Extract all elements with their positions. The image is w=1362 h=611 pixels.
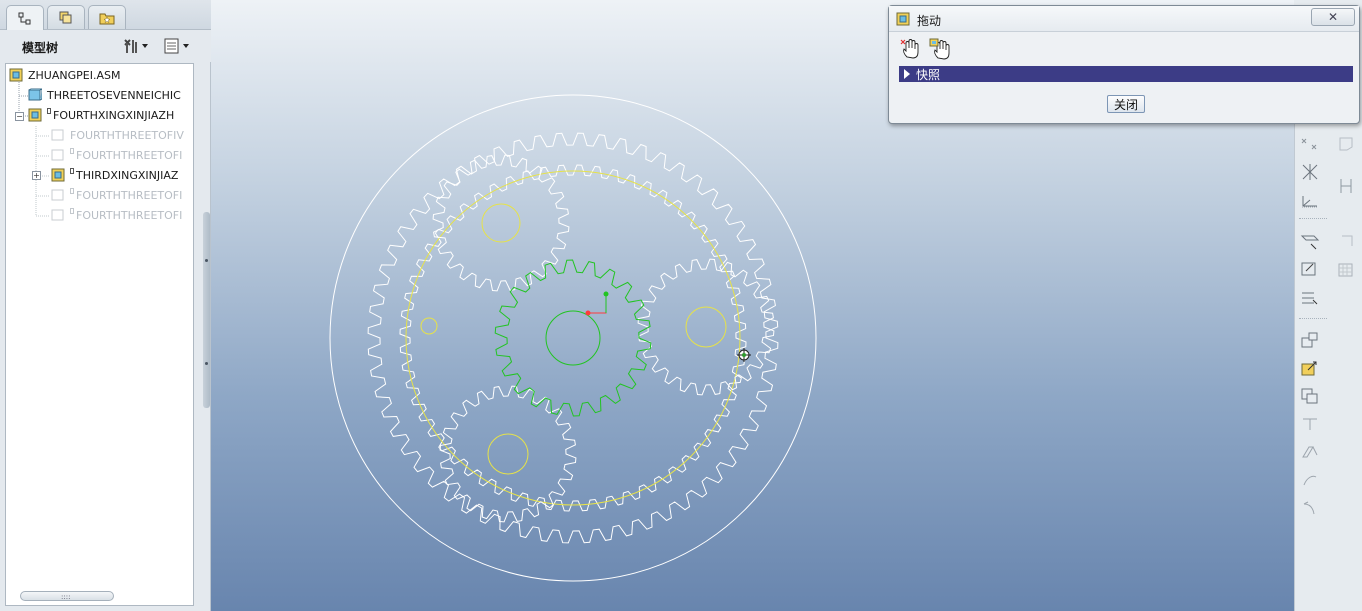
tree-node-suppressed[interactable]: FOURTHTHREETOFI (6, 145, 193, 165)
ring-gear-inner-teeth (399, 164, 747, 512)
snapshot-section[interactable]: 快照 (899, 66, 1353, 82)
model-tree-panel: 模型树 ZHUANGPEI.ASM THREETOSEVENNEICHIC FO… (0, 0, 211, 611)
panel-tab-strip (0, 0, 211, 31)
part-icon (51, 149, 64, 161)
tree-node-label: FOURTHXINGXINJIAZH (53, 108, 175, 122)
part-icon (28, 88, 42, 101)
drag-tools (899, 38, 953, 60)
annotation-icon[interactable] (1335, 134, 1357, 154)
favorites-folder-icon (99, 13, 115, 24)
tree-node-subassembly[interactable]: FOURTHXINGXINJIAZH (6, 105, 193, 125)
planet-bore-right (685, 306, 727, 348)
model-tree-icon (18, 12, 31, 24)
model-tree-title: 模型树 (22, 41, 59, 55)
tree-columns-button[interactable] (163, 36, 189, 56)
tree-node-label: FOURTHTHREETOFI (76, 208, 183, 222)
close-icon[interactable]: ✕ (1311, 8, 1355, 26)
tree-node-suppressed[interactable]: FOURTHTHREETOFI (6, 205, 193, 225)
body-drag-icon[interactable] (929, 38, 953, 60)
carrier-pin-hole (420, 317, 438, 335)
tab-favorites[interactable] (88, 5, 126, 29)
close-button[interactable]: 关闭 (1107, 95, 1145, 113)
axis-icon[interactable] (1299, 162, 1321, 182)
sketch-icon[interactable] (1299, 260, 1321, 280)
tree-node-label: FOURTHTHREETOFI (76, 188, 183, 202)
splitter-grip (205, 259, 208, 262)
tree-settings-icon (124, 39, 137, 53)
splitter-grip (205, 362, 208, 365)
assembly-icon (9, 68, 23, 82)
revolve-icon[interactable] (1299, 470, 1321, 490)
mirror-icon[interactable] (1335, 176, 1357, 196)
flexible-mark-icon (70, 168, 74, 174)
tree-node-part[interactable]: THREETOSEVENNEICHIC (6, 85, 193, 105)
part-icon (51, 189, 64, 201)
tree-settings-button[interactable] (122, 36, 148, 56)
tree-columns-icon (164, 38, 179, 54)
datum-point-icon[interactable] (1299, 134, 1321, 154)
tab-model-tree[interactable] (6, 5, 44, 31)
part-icon (51, 129, 64, 141)
expand-arrow-icon (904, 69, 910, 79)
layers-icon (59, 11, 72, 23)
tree-node-label: ZHUANGPEI.ASM (28, 68, 121, 82)
housing-circle (329, 94, 817, 582)
plane-note-icon[interactable] (1335, 232, 1357, 252)
snapshot-label: 快照 (916, 67, 941, 82)
planet-bore-bottom (487, 433, 529, 475)
part-icon (51, 209, 64, 221)
horizontal-scrollbar[interactable]: :::: (20, 591, 114, 601)
flexible-mark-icon (70, 188, 74, 194)
create-component-icon[interactable] (1299, 386, 1321, 406)
tree-node-label: FOURTHTHREETOFI (76, 148, 183, 162)
grid-icon[interactable] (1335, 260, 1357, 280)
tab-layers[interactable] (47, 5, 85, 29)
panel-splitter[interactable] (203, 212, 210, 408)
planet-gear-top (432, 154, 570, 292)
tree-node-label: THIRDXINGXINJIAZ (76, 168, 179, 182)
flexible-mark-icon (47, 108, 51, 114)
drag-origin-point (585, 310, 591, 316)
drag-dialog: 拖动 ✕ 快照 关闭 (888, 5, 1360, 124)
sun-gear-outline (494, 259, 652, 417)
model-tree-header: 模型树 (0, 30, 211, 62)
sun-gear-bore (545, 310, 601, 366)
tree-node-suppressed[interactable]: FOURTHTHREETOFIV (6, 125, 193, 145)
assembly-icon (28, 108, 42, 122)
ring-gear-outline (367, 132, 779, 544)
carrier-circle (405, 170, 741, 506)
dialog-title: 拖动 (917, 14, 942, 28)
assemble-component-icon[interactable] (1299, 358, 1321, 378)
collapse-toggle[interactable]: − (15, 112, 24, 121)
assembly-icon (51, 168, 65, 182)
extrude-icon[interactable] (1299, 442, 1321, 462)
planet-bore-top (481, 203, 521, 243)
component-icon[interactable] (1299, 330, 1321, 350)
drag-axis-point (603, 291, 609, 297)
tree-node-label: FOURTHTHREETOFIV (70, 128, 184, 142)
tree-node-label: THREETOSEVENNEICHIC (47, 88, 181, 102)
sweep-icon[interactable] (1299, 498, 1321, 518)
flexible-mark-icon (70, 208, 74, 214)
coordinate-system-icon[interactable] (1299, 190, 1321, 210)
tree-node-root[interactable]: ZHUANGPEI.ASM (6, 65, 193, 85)
expand-toggle[interactable]: + (32, 171, 41, 180)
chevron-down-icon (142, 44, 148, 48)
trim-icon[interactable] (1299, 414, 1321, 434)
layer-plane-icon[interactable] (1299, 288, 1321, 308)
tree-node-suppressed[interactable]: FOURTHTHREETOFI (6, 185, 193, 205)
flexible-mark-icon (70, 148, 74, 154)
plane-icon[interactable] (1299, 232, 1321, 252)
x-axis-handle (588, 294, 607, 314)
right-toolbar (1294, 124, 1362, 611)
scroll-grip: :::: (61, 593, 71, 601)
planet-gear-right (637, 258, 775, 396)
app-icon (896, 12, 910, 26)
point-drag-icon[interactable] (899, 38, 923, 60)
model-tree-list[interactable]: ZHUANGPEI.ASM THREETOSEVENNEICHIC FOURTH… (5, 63, 194, 606)
chevron-down-icon (183, 44, 189, 48)
dialog-titlebar[interactable]: 拖动 ✕ (889, 6, 1359, 32)
